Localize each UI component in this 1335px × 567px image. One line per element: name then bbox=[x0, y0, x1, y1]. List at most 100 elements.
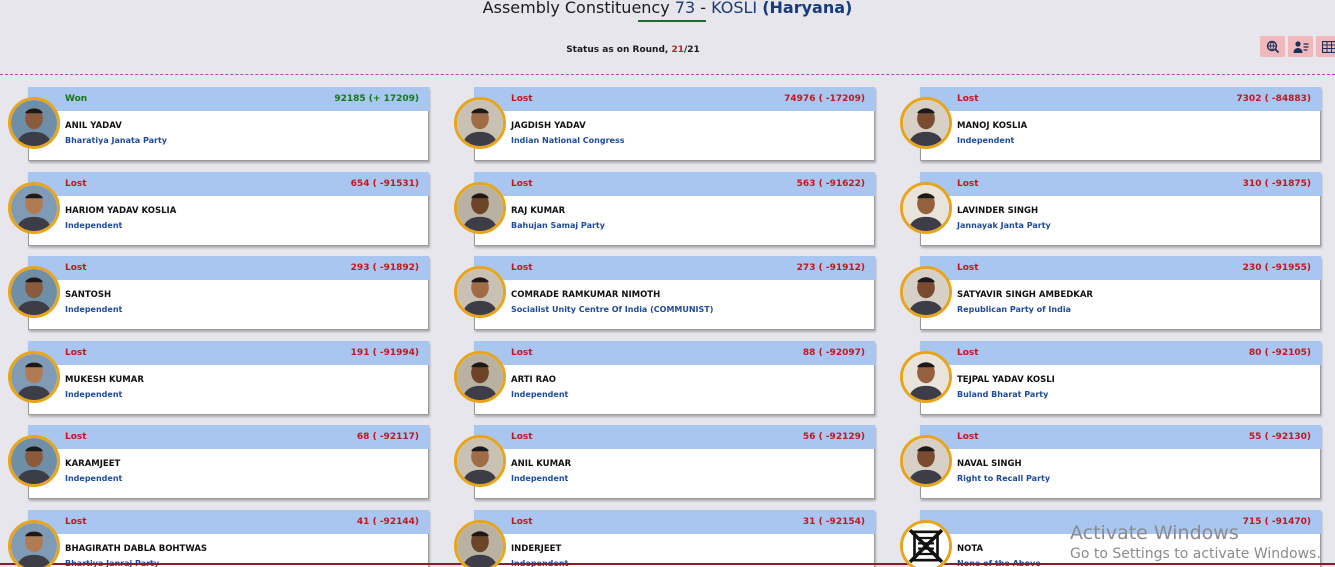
globe-search-button[interactable] bbox=[1260, 36, 1285, 57]
vote-count: 41 ( -92144) bbox=[356, 517, 419, 527]
candidate-card[interactable]: Lost 74976 ( -17209) JAGDISH YADAV Indian N… bbox=[452, 87, 877, 161]
party-name: Jannayak Janta Party bbox=[957, 221, 1051, 230]
candidate-photo bbox=[903, 185, 949, 231]
candidate-photo bbox=[457, 438, 503, 484]
candidate-avatar bbox=[900, 351, 952, 403]
candidate-photo bbox=[457, 185, 503, 231]
title-separator: - bbox=[695, 0, 712, 17]
result-status: Lost bbox=[511, 348, 533, 358]
state-name: (Haryana) bbox=[762, 0, 853, 17]
candidate-photo bbox=[11, 269, 57, 315]
candidate-name: SANTOSH bbox=[65, 290, 112, 300]
bottom-border bbox=[0, 563, 1335, 565]
candidate-avatar bbox=[454, 182, 506, 234]
status-label: Status as on Round, bbox=[566, 45, 669, 55]
vote-count: 88 ( -92097) bbox=[802, 348, 865, 358]
result-status: Lost bbox=[511, 432, 533, 442]
candidate-photo bbox=[903, 269, 949, 315]
result-status: Lost bbox=[511, 179, 533, 189]
table-view-button[interactable] bbox=[1316, 36, 1335, 57]
candidate-photo bbox=[457, 354, 503, 400]
result-status: Lost bbox=[65, 263, 87, 273]
user-list-icon bbox=[1293, 40, 1308, 53]
candidate-photo bbox=[457, 100, 503, 146]
candidate-card[interactable]: Won 92185 (+ 17209) ANIL YADAV Bharatiya Ja… bbox=[6, 87, 431, 161]
candidate-card[interactable]: Lost41 ( -92144)BHAGIRATH DABLA BOHTWASB… bbox=[6, 510, 431, 567]
candidate-name: ANIL KUMAR bbox=[511, 459, 572, 469]
vote-count: 80 ( -92105) bbox=[1248, 348, 1311, 358]
candidate-name: BHAGIRATH DABLA BOHTWAS bbox=[65, 544, 208, 554]
result-status: Lost bbox=[957, 94, 979, 104]
vote-count: 74976 ( -17209) bbox=[784, 94, 865, 104]
vote-count: 230 ( -91955) bbox=[1242, 263, 1311, 273]
globe-search-icon bbox=[1266, 40, 1279, 53]
candidate-card[interactable]: 715 ( -91470)NOTANone of the Above bbox=[898, 510, 1323, 567]
candidate-avatar bbox=[8, 97, 60, 149]
result-status: Lost bbox=[65, 517, 87, 527]
result-status: Lost bbox=[511, 517, 533, 527]
candidate-name: ARTI RAO bbox=[511, 375, 557, 385]
candidate-card[interactable]: Lost 55 ( -92130) NAVAL SINGH Right to Reca… bbox=[898, 425, 1323, 499]
party-name: Bharatiya Janata Party bbox=[65, 136, 168, 145]
title-prefix: Assembly Constituency bbox=[482, 0, 670, 17]
result-status: Lost bbox=[957, 179, 979, 189]
party-name: Independent bbox=[65, 390, 123, 399]
candidate-avatar bbox=[900, 520, 952, 567]
party-name: Republican Party of India bbox=[957, 305, 1071, 314]
candidate-card[interactable]: Lost 310 ( -91875) LAVINDER SINGH Jannayak … bbox=[898, 172, 1323, 246]
candidate-card[interactable]: Lost 191 ( -91994) MUKESH KUMAR Independent bbox=[6, 341, 431, 415]
party-name: Independent bbox=[957, 136, 1015, 145]
candidate-photo bbox=[11, 100, 57, 146]
candidate-avatar bbox=[900, 266, 952, 318]
candidate-name: NOTA bbox=[957, 544, 984, 554]
current-round: 21 bbox=[671, 45, 684, 55]
ac-name: KOSLI bbox=[711, 0, 758, 17]
candidate-avatar bbox=[900, 435, 952, 487]
candidate-avatar bbox=[8, 351, 60, 403]
candidate-card[interactable]: Lost 563 ( -91622) RAJ KUMAR Bahujan Samaj … bbox=[452, 172, 877, 246]
vote-count: 55 ( -92130) bbox=[1248, 432, 1311, 442]
result-status: Lost bbox=[511, 94, 533, 104]
candidate-card[interactable]: Lost 88 ( -92097) ARTI RAO Independent bbox=[452, 341, 877, 415]
round-status: Status as on Round, 21/21 bbox=[0, 45, 1266, 55]
candidate-avatar bbox=[8, 266, 60, 318]
result-status: Lost bbox=[65, 179, 87, 189]
candidate-photo bbox=[903, 354, 949, 400]
candidate-card[interactable]: Lost 293 ( -91892) SANTOSH Independent bbox=[6, 256, 431, 330]
candidate-card[interactable]: Lost 230 ( -91955) SATYAVIR SINGH AMBEDKAR… bbox=[898, 256, 1323, 330]
candidate-avatar bbox=[454, 266, 506, 318]
candidate-avatar bbox=[454, 520, 506, 567]
party-name: Independent bbox=[65, 474, 123, 483]
candidate-photo bbox=[11, 185, 57, 231]
candidate-card[interactable]: Lost 7302 ( -84883) MANOJ KOSLIA Independen… bbox=[898, 87, 1323, 161]
vote-count: 563 ( -91622) bbox=[796, 179, 865, 189]
candidate-photo bbox=[11, 438, 57, 484]
party-name: Indian National Congress bbox=[511, 136, 625, 145]
candidate-card[interactable]: Lost 273 ( -91912) COMRADE RAMKUMAR NIMOTH… bbox=[452, 256, 877, 330]
vote-count: 92185 (+ 17209) bbox=[334, 94, 419, 104]
result-status: Lost bbox=[65, 348, 87, 358]
candidate-card[interactable]: Lost 56 ( -92129) ANIL KUMAR Independent bbox=[452, 425, 877, 499]
vote-count: 654 ( -91531) bbox=[350, 179, 419, 189]
result-status: Lost bbox=[957, 348, 979, 358]
candidate-card[interactable]: Lost 68 ( -92117) KARAMJEET Independent bbox=[6, 425, 431, 499]
candidate-avatar bbox=[8, 182, 60, 234]
party-name: Socialist Unity Centre Of India (COMMUNI… bbox=[511, 305, 714, 314]
candidate-list-button[interactable] bbox=[1288, 36, 1313, 57]
vote-count: 715 ( -91470) bbox=[1242, 517, 1311, 527]
candidate-avatar bbox=[900, 182, 952, 234]
candidate-card[interactable]: Lost 654 ( -91531) HARIOM YADAV KOSLIA Inde… bbox=[6, 172, 431, 246]
candidate-card[interactable]: Lost 80 ( -92105) TEJPAL YADAV KOSLI Buland… bbox=[898, 341, 1323, 415]
vote-count: 191 ( -91994) bbox=[350, 348, 419, 358]
candidate-avatar bbox=[454, 97, 506, 149]
total-rounds: /21 bbox=[684, 45, 700, 55]
candidate-name: RAJ KUMAR bbox=[511, 206, 566, 216]
candidate-card[interactable]: Lost31 ( -92154)INDERJEETIndependent bbox=[452, 510, 877, 567]
candidate-name: TEJPAL YADAV KOSLI bbox=[957, 375, 1055, 385]
candidate-photo bbox=[11, 354, 57, 400]
candidate-name: INDERJEET bbox=[511, 544, 562, 554]
result-status: Lost bbox=[65, 432, 87, 442]
candidate-photo bbox=[903, 100, 949, 146]
party-name: Independent bbox=[511, 390, 569, 399]
candidate-avatar bbox=[454, 435, 506, 487]
